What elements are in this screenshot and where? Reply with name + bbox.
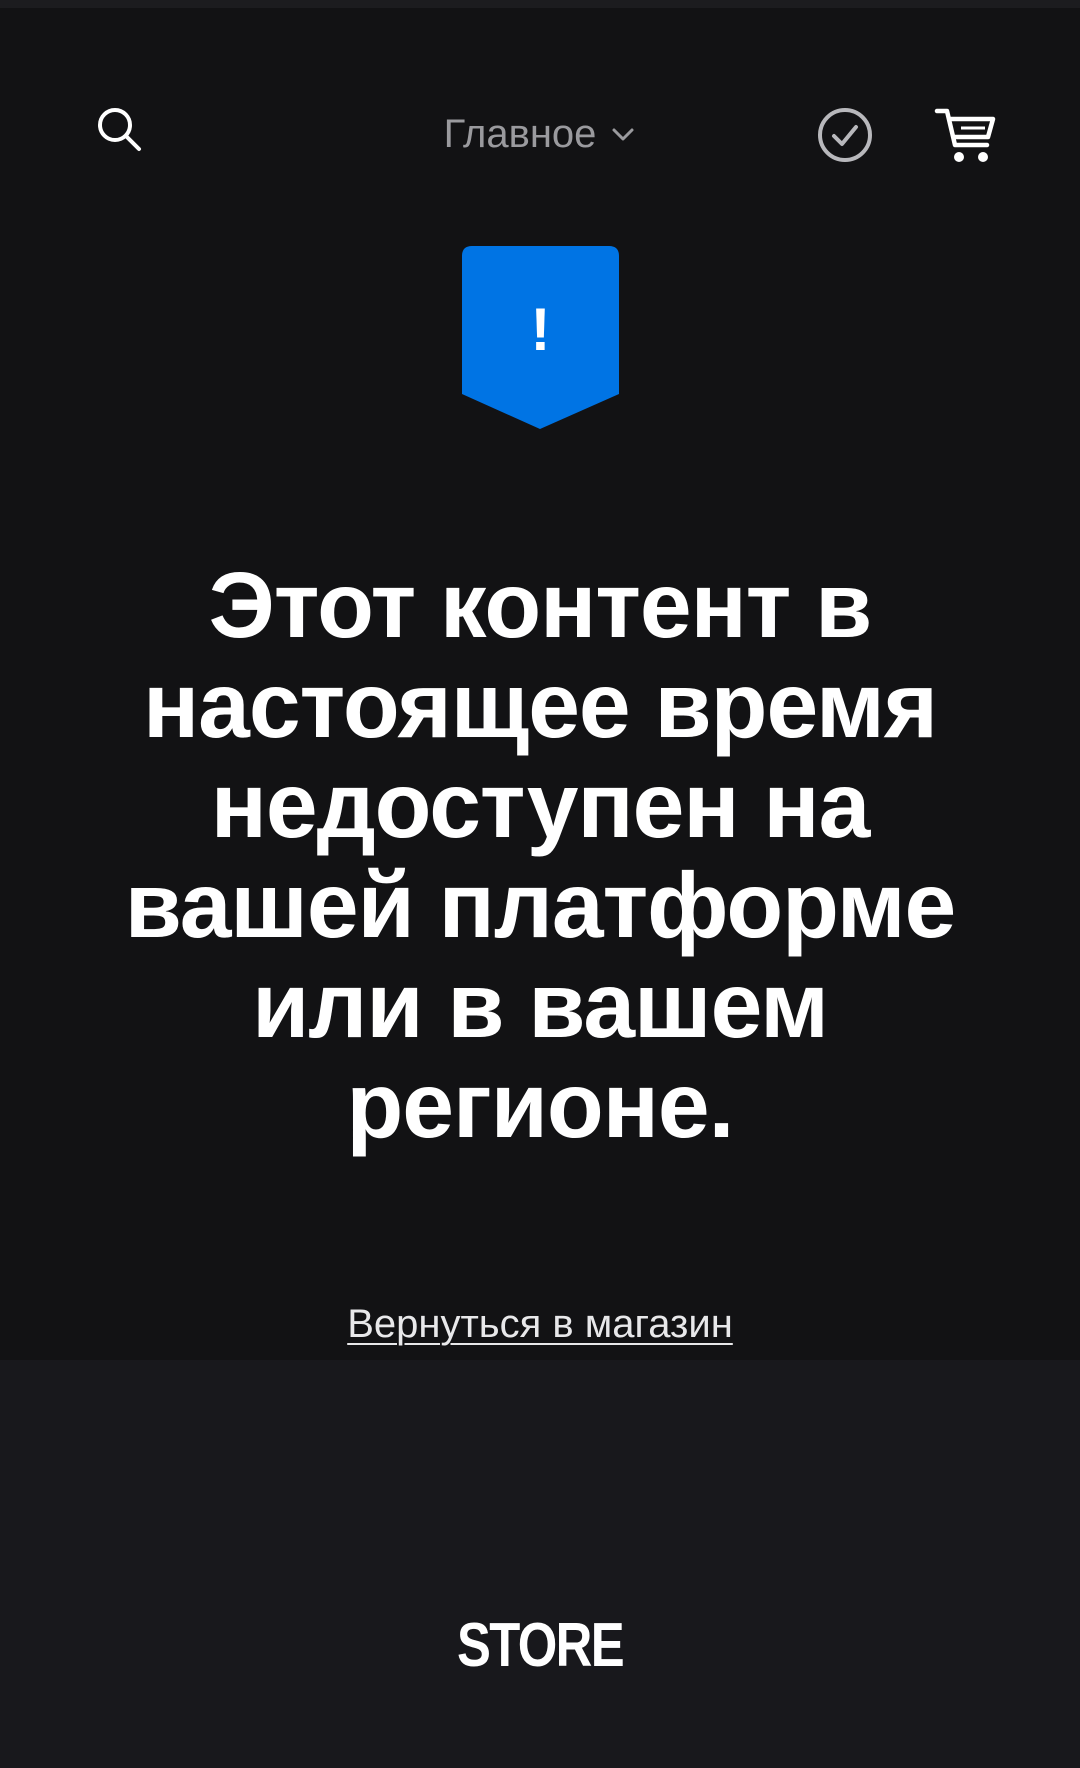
nav-dropdown-label: Главное [443,111,597,156]
badge-symbol: ! [531,296,551,363]
back-to-store-link[interactable]: Вернуться в магазин [347,1302,733,1346]
cart-button[interactable] [933,103,999,169]
store-logo[interactable]: STORE [97,1610,983,1681]
cart-icon [934,108,996,162]
header: Главное [0,8,1080,248]
back-to-store-link-row: Вернуться в магазин [0,1302,1080,1347]
unavailable-message: Этот контент в настоящее время недоступе… [124,553,957,1157]
warning-badge-icon: ! [462,246,619,429]
check-button[interactable] [815,105,875,165]
chevron-down-icon [612,128,634,141]
search-icon [98,108,141,151]
footer: STORE [0,1360,1080,1768]
status-strip [0,0,1080,8]
check-circle-icon [818,108,872,162]
search-button[interactable] [94,104,146,156]
nav-dropdown[interactable]: Главное [380,108,700,160]
